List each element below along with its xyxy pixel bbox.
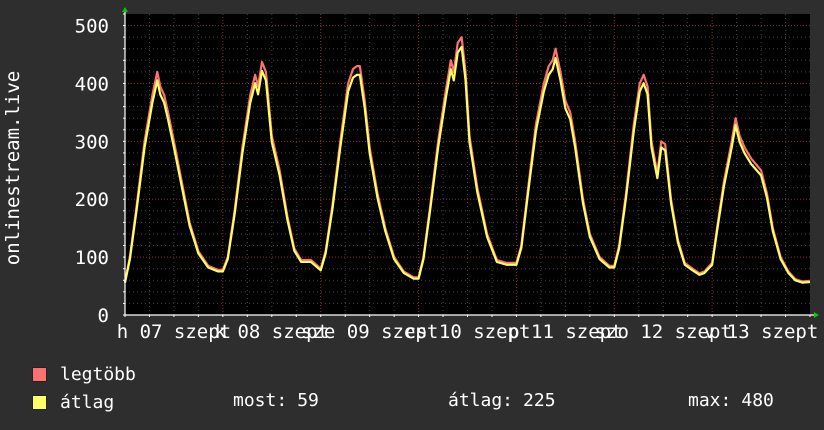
stat-current-value: 59: [297, 390, 319, 411]
y-tick-label: 300: [75, 131, 109, 153]
stat-average-label: átlag:: [448, 390, 514, 411]
stat-maximum: max: 480: [688, 390, 774, 411]
y-tick-label: 400: [75, 73, 109, 95]
x-tick-label: v 13 szept: [704, 321, 818, 343]
y-tick-label: 200: [75, 189, 109, 211]
legend-swatch-max: [32, 366, 47, 382]
legend-label-max: legtöbb: [60, 363, 136, 385]
y-tick-labels: 0 100 200 300 400 500: [75, 16, 109, 327]
y-axis-label: onlinestream.live: [2, 71, 24, 265]
x-axis-arrow: [814, 312, 819, 318]
stat-average: átlag: 225: [448, 390, 556, 411]
y-axis-arrow: [122, 7, 128, 12]
legend-label-avg: átlag: [60, 391, 115, 413]
y-tick-label: 500: [75, 16, 109, 38]
legend-item-avg: átlag: [32, 391, 114, 413]
y-tick-label: 0: [98, 305, 109, 327]
legend-item-max: legtöbb: [32, 363, 136, 385]
legend-swatch-avg: [32, 394, 47, 410]
stat-average-value: 225: [523, 390, 556, 411]
stat-current-label: most:: [233, 390, 288, 411]
y-tick-label: 100: [75, 247, 109, 269]
stat-maximum-value: 480: [741, 390, 774, 411]
line-chart: 0 100 200 300 400 500 h 07 szeptk 08 szeptsze…: [2, 7, 819, 343]
stat-maximum-label: max:: [688, 390, 732, 411]
stat-current: most: 59: [233, 390, 319, 411]
x-tick-labels: h 07 szeptk 08 szeptsze 09 szeptcs 10 sz…: [117, 321, 819, 343]
